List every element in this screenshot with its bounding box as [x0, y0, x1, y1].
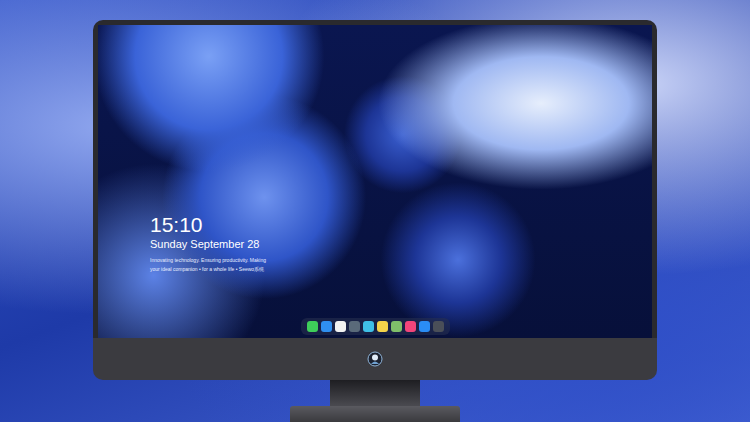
clock-time: 15:10: [150, 213, 652, 236]
app-icon[interactable]: [363, 321, 374, 332]
dock-row: [98, 318, 652, 335]
page: 15:10 Sunday September 28 Innovating techn…: [0, 0, 750, 422]
stand-neck: [330, 380, 420, 406]
clock-widget: 15:10 Sunday September 28 Innovating techn…: [150, 213, 652, 272]
clock-date: Sunday September 28: [150, 238, 652, 251]
app-icon[interactable]: [405, 321, 416, 332]
stand-base: [290, 406, 460, 422]
app-icon[interactable]: [349, 321, 360, 332]
app-icon[interactable]: [419, 321, 430, 332]
monitor-chin: [93, 338, 657, 380]
app-icon[interactable]: [391, 321, 402, 332]
dock: [301, 318, 450, 335]
app-icon[interactable]: [307, 321, 318, 332]
desktop-screen: 15:10 Sunday September 28 Innovating techn…: [98, 25, 652, 338]
tagline-text: your ideal companion • for a whole life …: [150, 266, 652, 273]
app-icon[interactable]: [377, 321, 388, 332]
monitor-bezel: 15:10 Sunday September 28 Innovating techn…: [93, 20, 657, 338]
brand-logo-icon: [367, 351, 383, 367]
monitor: 15:10 Sunday September 28 Innovating techn…: [93, 20, 657, 422]
app-icon[interactable]: [433, 321, 444, 332]
app-icon[interactable]: [321, 321, 332, 332]
app-icon[interactable]: [335, 321, 346, 332]
tagline-text: Innovating technology. Ensuring producti…: [150, 257, 652, 264]
